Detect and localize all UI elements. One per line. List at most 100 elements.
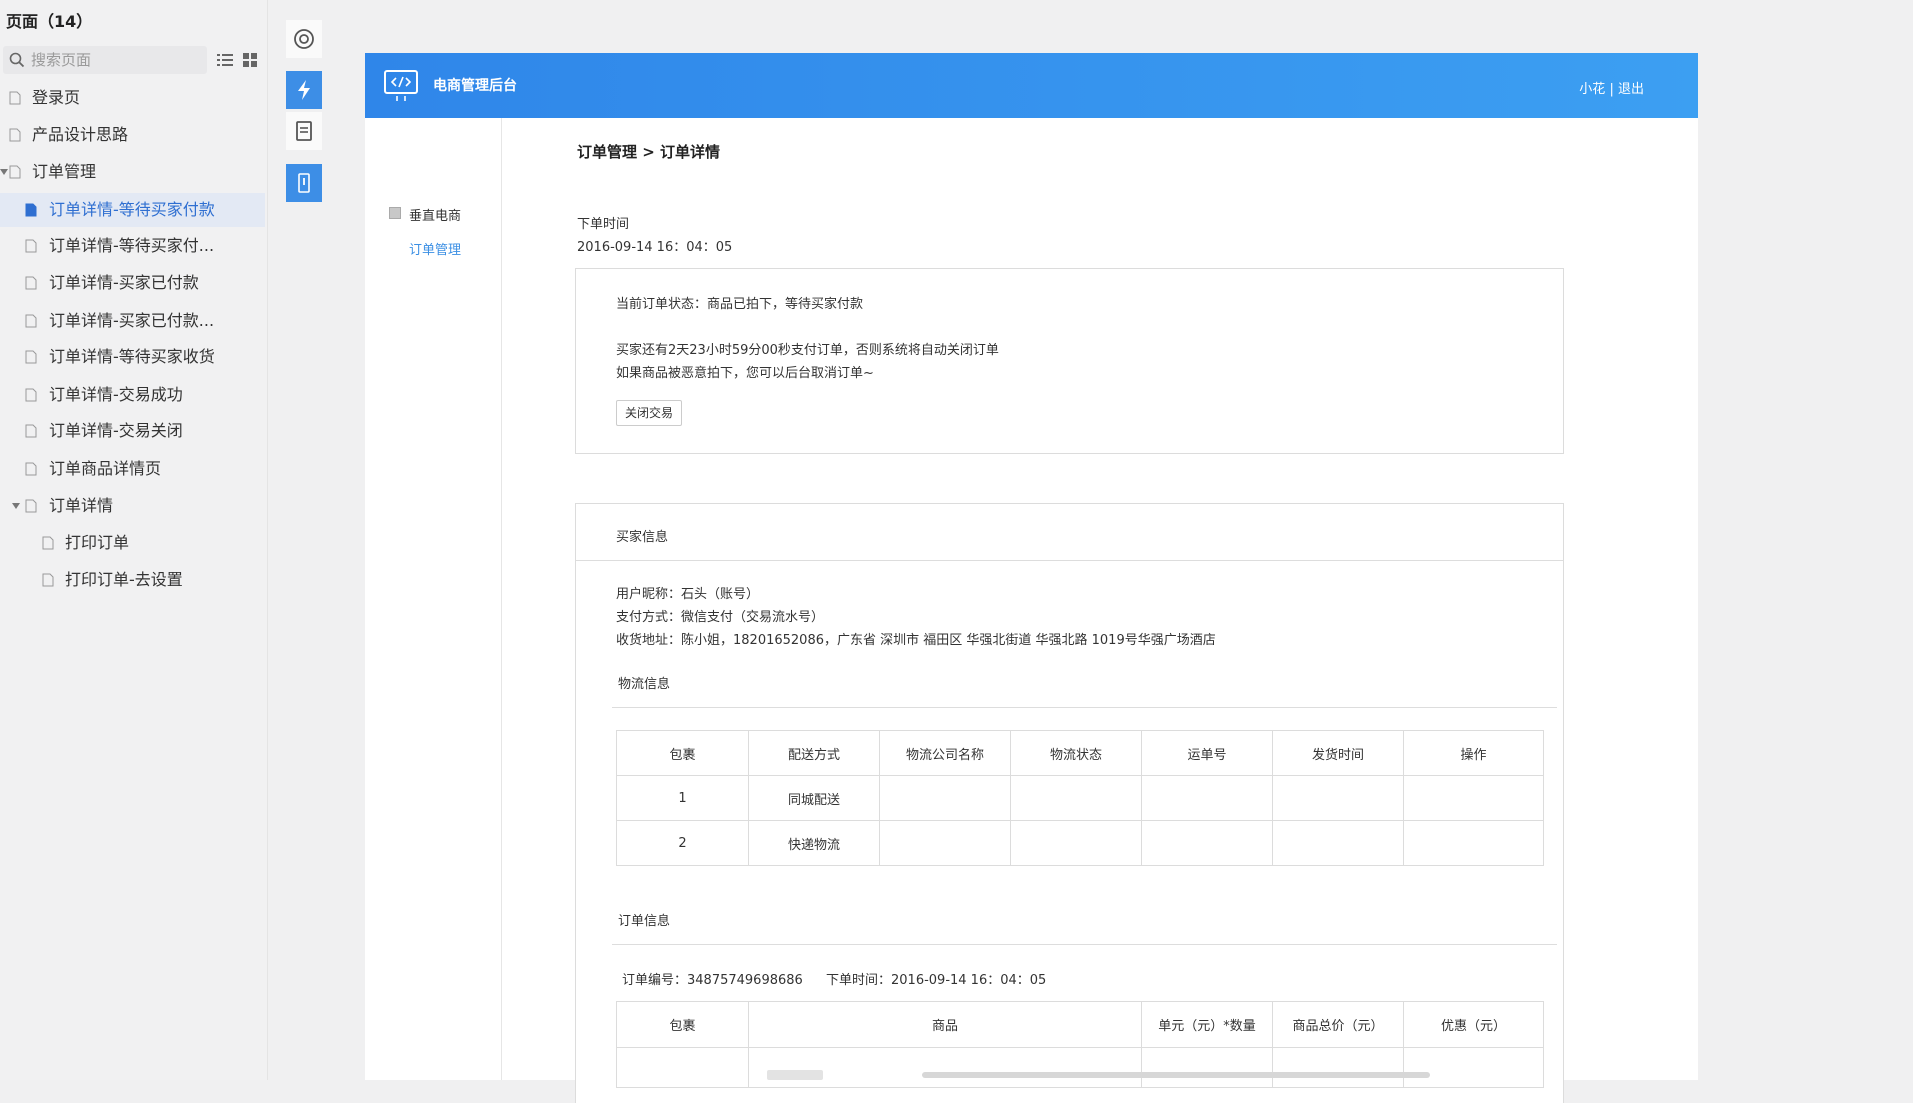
page-file-icon: [25, 314, 37, 328]
tree-item-label: 订单详情-买家已付款: [49, 273, 199, 292]
search-input[interactable]: [31, 46, 201, 74]
tree-item-order-closed[interactable]: 订单详情-交易关闭: [0, 414, 265, 448]
table-cell: 1: [616, 775, 749, 821]
target-icon: [294, 29, 314, 49]
expand-caret-icon[interactable]: [12, 503, 20, 509]
page-file-icon: [25, 424, 37, 438]
table-cell: [1010, 775, 1142, 821]
tree-item-label: 订单商品详情页: [49, 459, 162, 478]
page-file-icon: [25, 350, 37, 364]
order-number: 订单编号：34875749698686: [622, 973, 803, 988]
column-header: 发货时间: [1272, 730, 1404, 776]
table-cell: [879, 775, 1011, 821]
expand-caret-icon[interactable]: [0, 169, 8, 175]
target-button[interactable]: [286, 20, 322, 58]
tree-item-order-goods-detail[interactable]: 订单商品详情页: [0, 452, 265, 486]
grid-view-icon[interactable]: [241, 51, 259, 69]
close-deal-button[interactable]: 关闭交易: [616, 400, 683, 426]
app-header: 电商管理后台 小花 | 退出: [365, 53, 1698, 118]
table-cell: [1403, 775, 1544, 821]
device-button[interactable]: [286, 164, 322, 202]
table-header-row: 包裹 商品 单元（元）*数量 商品总价（元） 优惠（元）: [616, 1001, 1544, 1048]
order-placed-time: 下单时间：2016-09-14 16：04：05: [826, 973, 1047, 988]
tree-item-order-detail[interactable]: 订单详情: [0, 489, 265, 523]
nav-group-icon: [389, 207, 401, 219]
table-cell: [1272, 775, 1404, 821]
page-file-icon: [25, 462, 37, 476]
code-logo-icon: [384, 70, 418, 101]
lightning-icon: [298, 80, 310, 100]
column-header: 物流状态: [1010, 730, 1142, 776]
divider: [612, 944, 1557, 945]
tree-item-order-success[interactable]: 订单详情-交易成功: [0, 378, 265, 412]
tree-item-order-paid[interactable]: 订单详情-买家已付款: [0, 266, 265, 300]
buyer-info-title: 买家信息: [616, 530, 669, 545]
search-box[interactable]: [3, 46, 207, 74]
divider: [576, 560, 1563, 561]
table-cell: [1010, 820, 1142, 866]
user-name-link[interactable]: 小花: [1579, 82, 1605, 97]
payment-countdown-text: 买家还有2天23小时59分00秒支付订单，否则系统将自动关闭订单: [616, 343, 999, 358]
side-nav: 垂直电商 订单管理: [365, 118, 502, 1080]
order-status-text: 当前订单状态：商品已拍下，等待买家付款: [616, 297, 864, 312]
page-file-icon: [9, 91, 21, 105]
table-cell: [1141, 1047, 1273, 1088]
prototype-canvas: 电商管理后台 小花 | 退出 垂直电商 订单管理 订单管理 > 订单详情 下单时…: [365, 53, 1698, 1103]
notes-button[interactable]: [286, 112, 322, 150]
tree-item-order-waiting-receipt[interactable]: 订单详情-等待买家收货: [0, 340, 265, 374]
column-header: 优惠（元）: [1403, 1001, 1544, 1048]
table-cell: [1403, 1047, 1544, 1088]
table-cell: [1272, 820, 1404, 866]
column-header: 操作: [1403, 730, 1544, 776]
page-file-icon: [42, 573, 54, 587]
mobile-icon: [298, 173, 310, 193]
table-cell: [1272, 1047, 1404, 1088]
order-info-card: 买家信息 用户昵称：石头（账号） 支付方式：微信支付（交易流水号） 收货地址：陈…: [575, 503, 1564, 1103]
tree-item-label: 打印订单-去设置: [65, 570, 183, 589]
table-row: 1 同城配送: [616, 775, 1544, 821]
tree-item-order-waiting-payment-2[interactable]: 订单详情-等待买家付...: [0, 229, 265, 263]
tree-item-order-paid-2[interactable]: 订单详情-买家已付款...: [0, 304, 265, 338]
order-status-card: 当前订单状态：商品已拍下，等待买家付款 买家还有2天23小时59分00秒支付订单…: [575, 268, 1564, 454]
logistics-table: 包裹 配送方式 物流公司名称 物流状态 运单号 发货时间 操作 1 同城配送 2…: [616, 730, 1544, 866]
table-row: 2 快递物流: [616, 820, 1544, 866]
main-content: 订单管理 > 订单详情 下单时间 2016-09-14 16：04：05 当前订…: [503, 118, 1698, 1103]
table-header-row: 包裹 配送方式 物流公司名称 物流状态 运单号 发货时间 操作: [616, 730, 1544, 776]
tree-item-order-management[interactable]: 订单管理: [0, 155, 265, 189]
horizontal-scroll-handle[interactable]: [767, 1070, 823, 1080]
table-cell: [879, 820, 1011, 866]
header-separator: |: [1609, 82, 1614, 97]
tree-item-label: 订单详情-等待买家付...: [49, 236, 215, 255]
column-header: 单元（元）*数量: [1141, 1001, 1273, 1048]
column-header: 配送方式: [748, 730, 880, 776]
table-cell: 快递物流: [748, 820, 880, 866]
tree-item-print-order[interactable]: 打印订单: [0, 526, 265, 560]
divider: [612, 707, 1557, 708]
logout-link[interactable]: 退出: [1618, 82, 1644, 97]
tree-item-order-waiting-payment[interactable]: 订单详情-等待买家付款: [0, 193, 265, 227]
tree-item-label: 订单详情-交易关闭: [49, 421, 183, 440]
tree-item-label: 订单详情-买家已付款...: [49, 311, 215, 330]
tree-item-design[interactable]: 产品设计思路: [0, 118, 265, 152]
tree-item-login[interactable]: 登录页: [0, 81, 265, 115]
buyer-nickname: 用户昵称：石头（账号）: [616, 587, 760, 602]
cancel-hint-text: 如果商品被恶意拍下，您可以后台取消订单~: [616, 366, 874, 381]
search-icon: [9, 52, 25, 68]
logistics-info-title: 物流信息: [618, 677, 671, 692]
horizontal-scrollbar[interactable]: [922, 1072, 1430, 1078]
nav-item-order-management[interactable]: 订单管理: [409, 239, 461, 258]
tree-item-print-order-settings[interactable]: 打印订单-去设置: [0, 563, 265, 597]
tree-item-label: 打印订单: [65, 533, 130, 552]
tree-item-label: 订单详情-等待买家付款: [49, 200, 215, 219]
buyer-address: 收货地址：陈小姐，18201652086，广东省 深圳市 福田区 华强北街道 华…: [616, 633, 1216, 648]
page-file-icon: [25, 388, 37, 402]
table-cell: [1141, 775, 1273, 821]
interaction-button[interactable]: [286, 71, 322, 109]
table-cell: 2: [616, 820, 749, 866]
document-icon: [296, 121, 312, 141]
list-view-icon[interactable]: [216, 51, 234, 69]
page-file-icon: [9, 165, 21, 179]
page-file-icon: [25, 203, 37, 217]
app-title: 电商管理后台: [433, 78, 517, 94]
table-cell: [616, 1047, 749, 1088]
